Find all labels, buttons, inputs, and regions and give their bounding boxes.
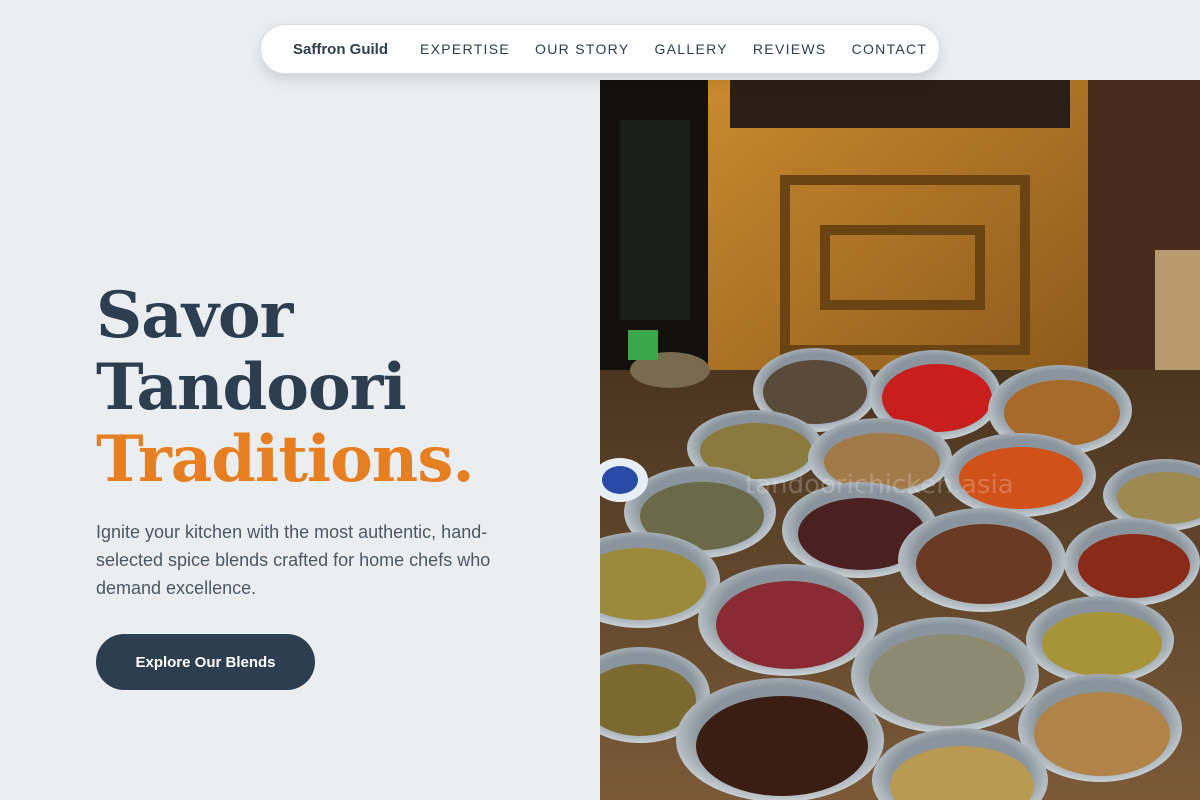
spice-market-photo: tandoorichicken.asia	[600, 80, 1200, 800]
nav-link-our-story[interactable]: OUR STORY	[535, 41, 629, 57]
hero-title-line-2: Tandoori	[96, 350, 407, 425]
hero-description: Ignite your kitchen with the most authen…	[96, 522, 491, 598]
nav-links: EXPERTISE OUR STORY GALLERY REVIEWS CONT…	[420, 41, 927, 57]
nav-link-reviews[interactable]: REVIEWS	[753, 41, 827, 57]
nav-link-gallery[interactable]: GALLERY	[654, 41, 727, 57]
brand-logo[interactable]: Saffron Guild	[293, 41, 388, 58]
nav-link-contact[interactable]: CONTACT	[852, 41, 928, 57]
explore-blends-button[interactable]: Explore Our Blends	[96, 634, 315, 690]
spice-bowls-illustration	[600, 80, 1200, 800]
top-nav: Saffron Guild EXPERTISE OUR STORY GALLER…	[260, 24, 940, 74]
hero-title-line-1: Savor	[96, 278, 293, 353]
hero-title: Savor Tandoori Traditions.	[96, 280, 566, 496]
nav-link-expertise[interactable]: EXPERTISE	[420, 41, 510, 57]
hero-title-line-3: Traditions.	[96, 422, 475, 497]
hero-section: Savor Tandoori Traditions. Ignite your k…	[96, 280, 566, 690]
